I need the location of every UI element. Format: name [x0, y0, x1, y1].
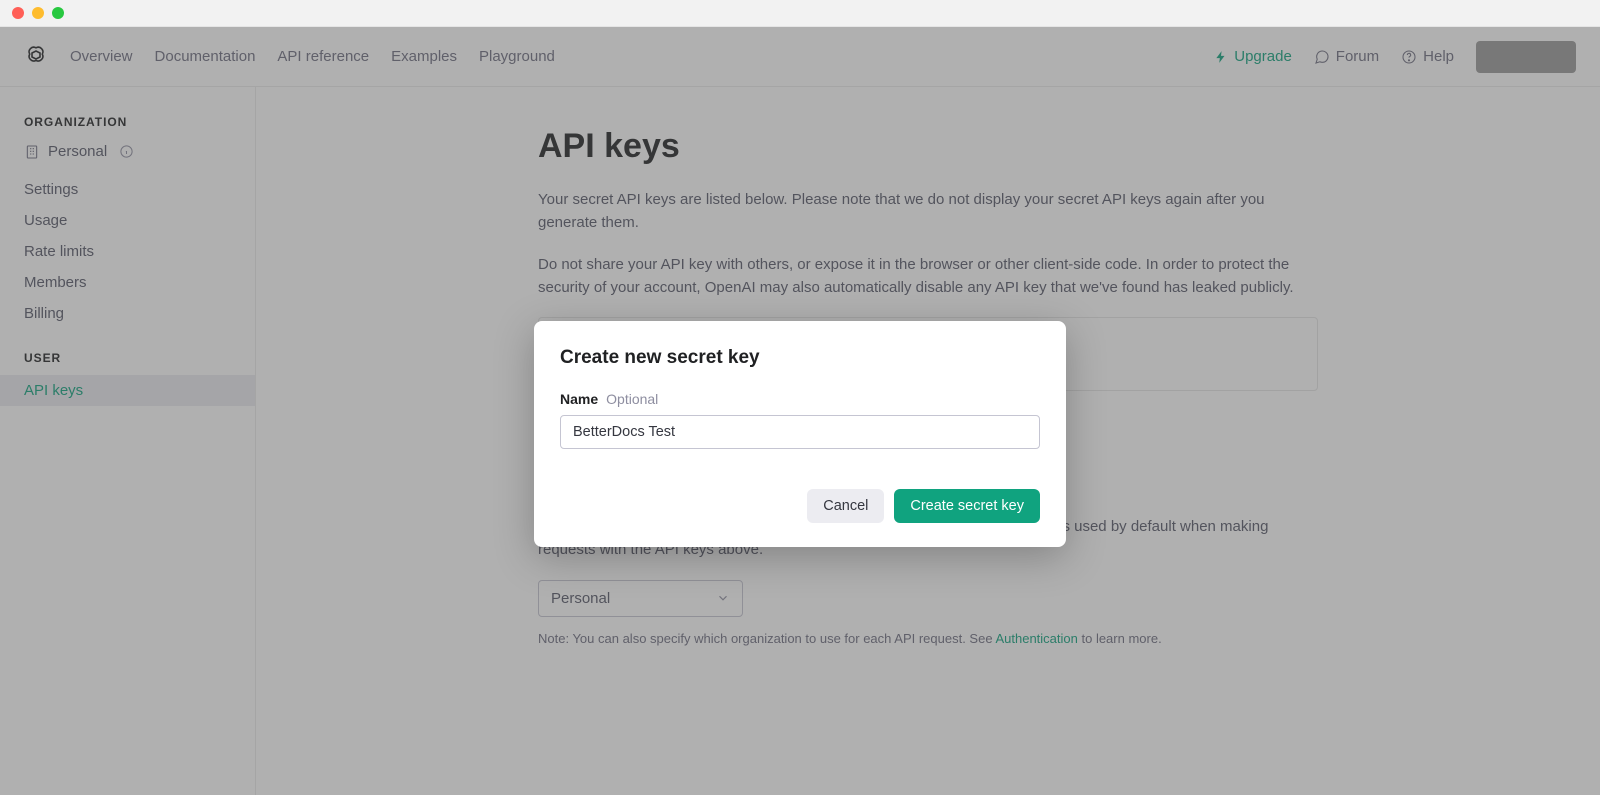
cancel-button[interactable]: Cancel: [807, 489, 884, 523]
modal-scrim[interactable]: Create new secret key Name Optional Canc…: [0, 27, 1600, 795]
create-key-modal: Create new secret key Name Optional Canc…: [534, 321, 1066, 547]
window-zoom-dot[interactable]: [52, 7, 64, 19]
modal-title: Create new secret key: [560, 347, 1040, 369]
window-minimize-dot[interactable]: [32, 7, 44, 19]
window-close-dot[interactable]: [12, 7, 24, 19]
name-field-label: Name: [560, 391, 598, 407]
name-field-optional: Optional: [606, 391, 658, 407]
key-name-input[interactable]: [560, 415, 1040, 449]
create-secret-key-submit-button[interactable]: Create secret key: [894, 489, 1040, 523]
window-titlebar: [0, 0, 1600, 27]
